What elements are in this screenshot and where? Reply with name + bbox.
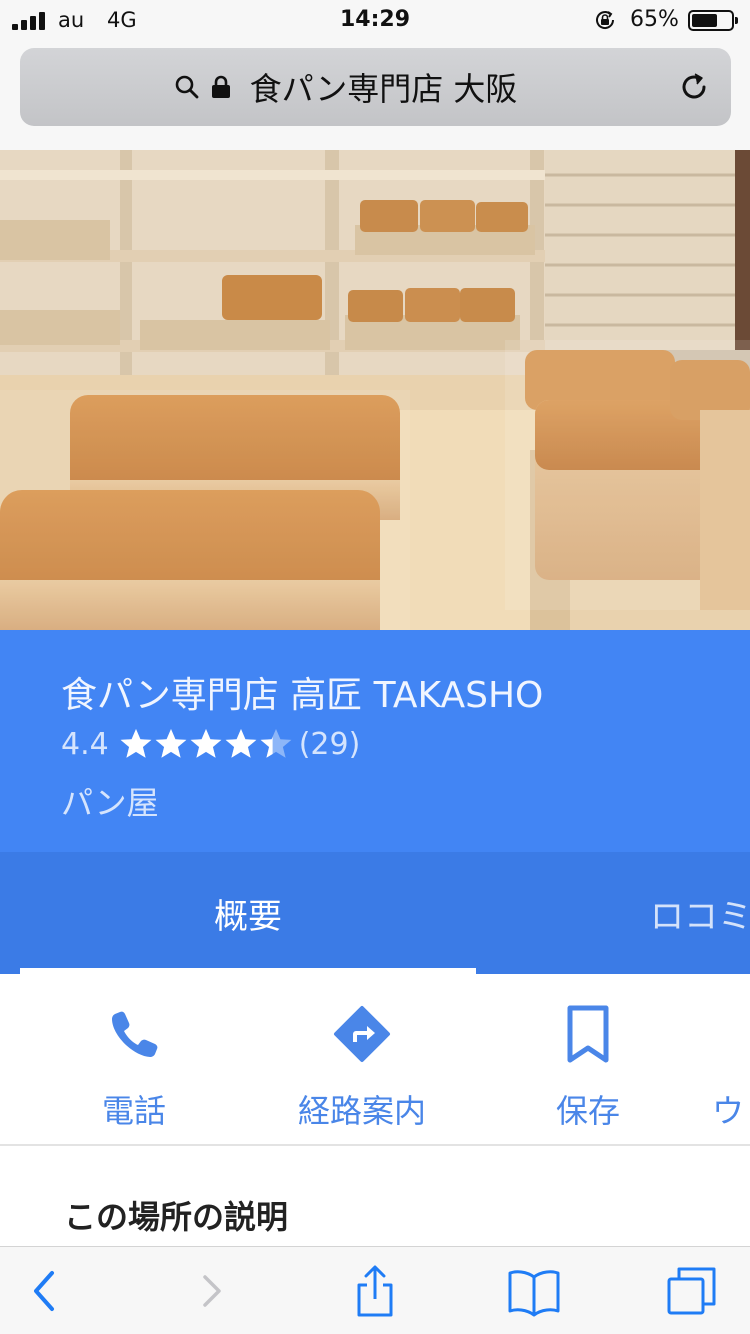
battery-percent: 65% <box>630 7 679 32</box>
browser-chrome: 食パン専門店 大阪 <box>0 40 750 150</box>
star-icon <box>120 729 152 758</box>
tab-overview[interactable]: 概要 <box>20 852 476 974</box>
star-icon <box>155 729 187 758</box>
lock-icon <box>211 75 230 98</box>
browser-toolbar <box>0 1246 750 1334</box>
place-category: パン屋 <box>61 784 159 822</box>
tab-bar: 概要 ロコミ <box>0 852 750 974</box>
bookmarks-icon[interactable] <box>506 1263 562 1319</box>
address-bar[interactable]: 食パン専門店 大阪 <box>20 48 731 126</box>
directions-label: 経路案内 <box>297 1092 426 1130</box>
save-label: 保存 <box>555 1092 620 1130</box>
directions-icon <box>334 1006 390 1062</box>
phone-icon <box>112 1011 158 1057</box>
search-icon <box>175 75 199 99</box>
share-icon[interactable] <box>347 1263 403 1319</box>
directions-button[interactable]: 経路案内 <box>262 974 462 1144</box>
call-button[interactable]: 電話 <box>34 974 234 1144</box>
status-bar: au 4G 14:29 65% <box>0 0 750 40</box>
rotation-lock-icon <box>596 11 615 29</box>
tabs-icon[interactable] <box>664 1263 720 1319</box>
website-label: ウ <box>712 1092 745 1130</box>
bread-photo <box>0 150 750 630</box>
action-row: 電話 経路案内 保存 ウ <box>0 974 750 1146</box>
reload-icon[interactable] <box>677 70 711 104</box>
star-icon <box>260 729 292 758</box>
bookmark-icon <box>567 1005 609 1063</box>
rating-row[interactable]: 4.4 (29) <box>61 724 360 764</box>
rating-value: 4.4 <box>61 726 109 762</box>
review-count: (29) <box>298 726 361 762</box>
star-icon <box>190 729 222 758</box>
forward-icon[interactable] <box>183 1263 239 1319</box>
place-name: 食パン専門店 高匠 TAKASHO <box>61 675 544 716</box>
website-button[interactable]: ウ <box>710 974 750 1144</box>
tab-reviews[interactable]: ロコミ <box>650 852 750 974</box>
place-header: 食パン専門店 高匠 TAKASHO 4.4 (29) パン屋 <box>0 630 750 852</box>
back-icon[interactable] <box>16 1263 72 1319</box>
address-query: 食パン専門店 大阪 <box>249 70 518 108</box>
description-heading: この場所の説明 <box>64 1198 289 1236</box>
save-button[interactable]: 保存 <box>488 974 688 1144</box>
place-photo[interactable] <box>0 150 750 630</box>
call-label: 電話 <box>101 1092 166 1130</box>
battery-icon <box>688 10 738 31</box>
star-icon <box>225 729 257 758</box>
rating-stars <box>119 727 293 761</box>
